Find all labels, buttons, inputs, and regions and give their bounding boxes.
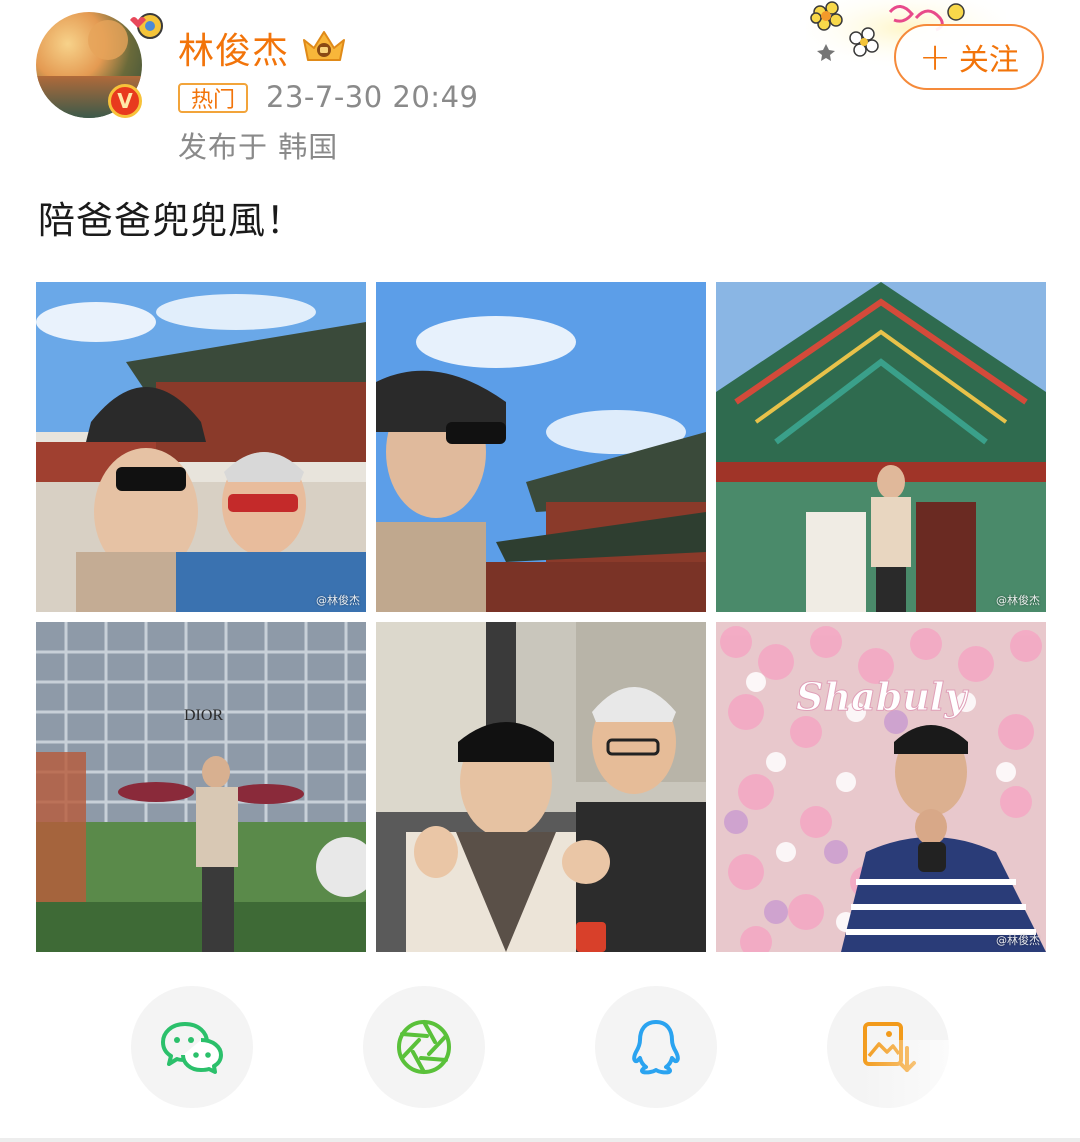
photo-3[interactable]: @林俊杰 <box>716 282 1046 612</box>
photo-2[interactable] <box>376 282 706 612</box>
avatar[interactable]: V <box>36 12 163 118</box>
edge-fade <box>860 1040 1080 1142</box>
dior-sign: DIOR <box>184 707 223 724</box>
photo-4[interactable]: DIOR <box>36 622 366 952</box>
follow-label: 关注 <box>958 43 1019 78</box>
username[interactable]: 林俊杰 <box>178 22 289 74</box>
follow-button[interactable]: + 关注 <box>894 24 1044 90</box>
photo-5[interactable] <box>376 622 706 952</box>
shabuly-sign: Shabuly <box>796 674 969 719</box>
palace-eaves-image <box>716 282 1046 612</box>
photo-watermark: @林俊杰 <box>316 594 360 607</box>
flower-wall-image: Shabuly <box>716 622 1046 952</box>
photo-6[interactable]: Shabuly @林俊杰 <box>716 622 1046 952</box>
restaurant-with-father-image <box>376 622 706 952</box>
qq-icon <box>632 1020 680 1075</box>
photo-watermark: @林俊杰 <box>996 594 1040 607</box>
share-moments-button[interactable] <box>363 986 485 1108</box>
crown-member-icon <box>303 31 345 61</box>
avatar-pendant-icon <box>130 13 163 39</box>
post-timestamp: 23-7-30 20:49 <box>266 80 479 114</box>
post-text: 陪爸爸兜兜風！ <box>38 199 304 242</box>
photo-1[interactable]: @林俊杰 <box>36 282 366 612</box>
photo-grid: @林俊杰 @林俊杰 DIOR Shabuly @林俊杰 <box>36 282 1047 952</box>
dior-building-image: DIOR <box>36 622 366 952</box>
palace-sky-selfie-image <box>376 282 706 612</box>
plus-icon: + <box>919 35 951 79</box>
verified-badge-icon: V <box>108 84 142 118</box>
palace-selfie-with-father-image <box>36 282 366 612</box>
share-qq-button[interactable] <box>595 986 717 1108</box>
divider <box>0 1138 1080 1142</box>
photo-watermark: @林俊杰 <box>996 934 1040 947</box>
wechat-icon <box>161 1022 223 1074</box>
share-wechat-button[interactable] <box>131 986 253 1108</box>
moments-icon <box>397 1020 451 1074</box>
post-location: 发布于 韩国 <box>178 130 339 164</box>
hot-badge: 热门 <box>178 83 248 113</box>
